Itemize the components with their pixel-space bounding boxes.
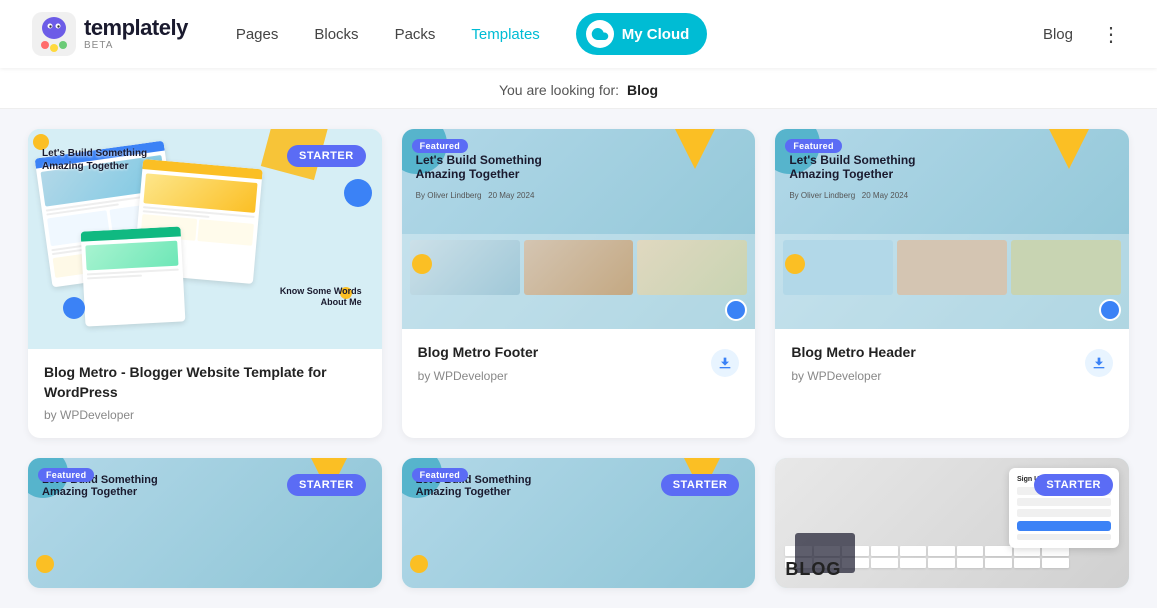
featured-pill-4: Featured [38, 468, 94, 482]
card-partial-5[interactable]: Featured Let's Build Something Amazing T… [402, 458, 756, 588]
signup-form-btn [1017, 521, 1111, 531]
card-footer-2: Blog Metro Footer by WPDeveloper [418, 343, 740, 383]
know-text: Know Some WordsAbout Me [280, 286, 362, 309]
card-body-1: Blog Metro - Blogger Website Template fo… [28, 349, 382, 438]
card-blog-metro-header[interactable]: Featured Let's Build Something Amazing T… [775, 129, 1129, 438]
my-cloud-button[interactable]: My Cloud [576, 13, 708, 55]
signup-field-3 [1017, 509, 1111, 517]
template-grid: Let's Build Something Amazing Together K… [0, 109, 1157, 608]
card-thumb-6: BLOG Sign Up to Blog STARTER [775, 458, 1129, 588]
key-20 [1042, 558, 1069, 568]
download-button-2[interactable] [711, 349, 739, 377]
metro-row-2 [410, 240, 748, 295]
metro-preview-3: Featured Let's Build Something Amazing T… [775, 129, 1129, 329]
metro-preview-2: Featured Let's Build Something Amazing T… [402, 129, 756, 329]
header-right: Blog ⋮ [1043, 22, 1125, 47]
metro-avatar-3 [1099, 299, 1121, 321]
main-nav: Pages Blocks Packs Templates My Cloud [236, 13, 1043, 55]
card-author-3: by WPDeveloper [791, 369, 915, 383]
key-6 [928, 546, 955, 556]
logo-text-wrap: templately Beta [84, 17, 188, 51]
looking-label: You are looking for: [499, 82, 619, 98]
card-thumb-3: Featured Let's Build Something Amazing T… [775, 129, 1129, 329]
deco-triangle-3 [1049, 129, 1089, 169]
card-thumb-2: Featured Let's Build Something Amazing T… [402, 129, 756, 329]
signup-line [1017, 534, 1111, 540]
page-mockup-3 [81, 226, 186, 326]
metro-row-3 [783, 240, 1121, 295]
metro-b2-3 [897, 240, 1007, 295]
signup-field-2 [1017, 498, 1111, 506]
key-5 [900, 546, 927, 556]
starter-badge-4: STARTER [287, 474, 366, 496]
search-bar: You are looking for: Blog [0, 68, 1157, 109]
deco-circle-2 [63, 297, 85, 319]
nav-packs[interactable]: Packs [395, 22, 436, 47]
card-thumb-5: Featured Let's Build Something Amazing T… [402, 458, 756, 588]
card-thumb-1: Let's Build Something Amazing Together K… [28, 129, 382, 349]
metro-author-3: By Oliver Lindberg 20 May 2024 [789, 191, 908, 200]
featured-pill-5: Featured [412, 468, 468, 482]
metro-deco-circle-4 [36, 555, 54, 573]
starter-badge-5: STARTER [661, 474, 740, 496]
card-blog-metro-footer[interactable]: Featured Let's Build Something Amazing T… [402, 129, 756, 438]
key-4 [871, 546, 898, 556]
key-7 [957, 546, 984, 556]
logo-icon [32, 12, 76, 56]
card-body-2: Blog Metro Footer by WPDeveloper [402, 329, 756, 399]
card-body-3: Blog Metro Header by WPDeveloper [775, 329, 1129, 399]
my-cloud-label: My Cloud [622, 26, 690, 43]
metro-preview-blocks-3 [775, 234, 1129, 329]
metro-block-2 [524, 240, 634, 295]
blog-tag: Blog [1043, 26, 1073, 43]
big-text-overlay: Let's Build Something Amazing Together [42, 147, 147, 173]
nav-pages[interactable]: Pages [236, 22, 279, 47]
key-15 [900, 558, 927, 568]
metro-preview-blocks-2 [402, 234, 756, 329]
key-16 [928, 558, 955, 568]
deco-circle-3 [344, 179, 372, 207]
logo-beta: Beta [84, 41, 188, 51]
cloud-icon [586, 20, 614, 48]
metro-block-3 [637, 240, 747, 295]
nav-blocks[interactable]: Blocks [314, 22, 358, 47]
metro-text-3: Let's Build Something Amazing Together [789, 153, 915, 181]
featured-pill-2: Featured [412, 139, 468, 153]
card-title-1: Blog Metro - Blogger Website Template fo… [44, 363, 366, 402]
download-icon-3 [1091, 355, 1107, 371]
metro-author-2: By Oliver Lindberg 20 May 2024 [416, 191, 535, 200]
card-thumb-4: Featured Let's Build Something Amazing T… [28, 458, 382, 588]
key-18 [985, 558, 1012, 568]
key-17 [957, 558, 984, 568]
key-8 [985, 546, 1012, 556]
card-partial-6[interactable]: BLOG Sign Up to Blog STARTER [775, 458, 1129, 588]
card-author-2: by WPDeveloper [418, 369, 539, 383]
deco-triangle-2 [675, 129, 715, 169]
card-footer-3: Blog Metro Header by WPDeveloper [791, 343, 1113, 383]
search-term: Blog [627, 82, 658, 98]
key-19 [1014, 558, 1041, 568]
download-button-3[interactable] [1085, 349, 1113, 377]
metro-deco-circle-2 [412, 254, 432, 274]
logo-area[interactable]: templately Beta [32, 12, 188, 56]
metro-text-2: Let's Build Something Amazing Together [416, 153, 542, 181]
download-icon-2 [717, 355, 733, 371]
logo-name: templately [84, 17, 188, 39]
card-title-2: Blog Metro Footer [418, 343, 539, 363]
starter-badge-6: STARTER [1034, 474, 1113, 496]
blog-big-text: BLOG [785, 559, 841, 580]
starter-badge-1: STARTER [287, 145, 366, 167]
metro-deco-circle-5 [410, 555, 428, 573]
metro-b3-3 [1011, 240, 1121, 295]
key-14 [871, 558, 898, 568]
header: templately Beta Pages Blocks Packs Templ… [0, 0, 1157, 68]
card-partial-4[interactable]: Featured Let's Build Something Amazing T… [28, 458, 382, 588]
card-author-1: by WPDeveloper [44, 408, 366, 422]
card-title-3: Blog Metro Header [791, 343, 915, 363]
header-more-icon[interactable]: ⋮ [1097, 22, 1125, 47]
card-blog-metro-full[interactable]: Let's Build Something Amazing Together K… [28, 129, 382, 438]
featured-pill-3: Featured [785, 139, 841, 153]
nav-templates[interactable]: Templates [471, 22, 539, 47]
